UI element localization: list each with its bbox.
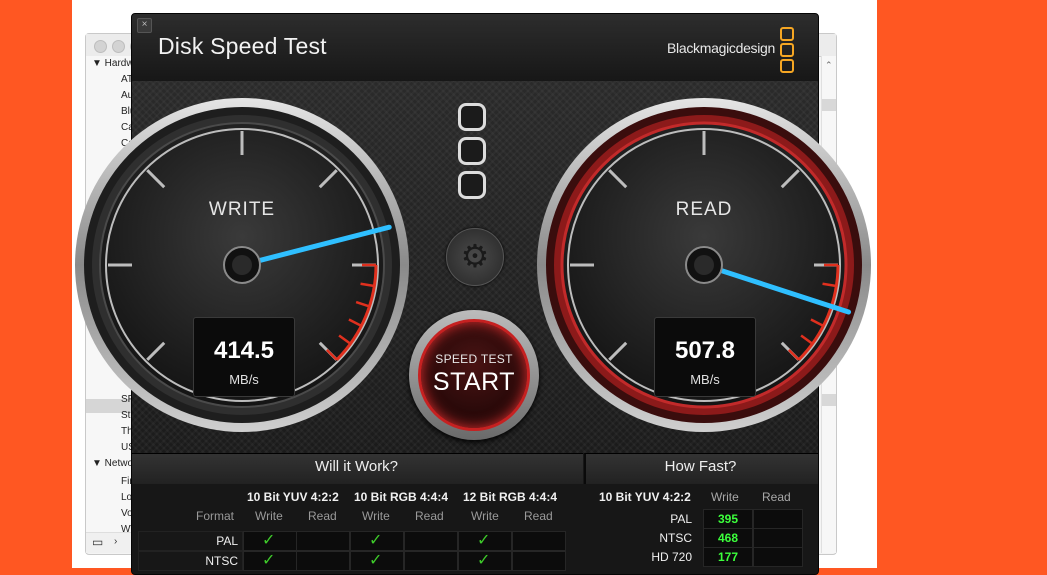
how-fast-write-value: 177 — [717, 550, 739, 564]
check-icon: ✓ — [477, 532, 491, 549]
how-fast-read-header: Read — [762, 490, 791, 504]
app-header: × Disk Speed Test Blackmagicdesign — [132, 14, 818, 82]
how-fast-write-header: Write — [711, 490, 739, 504]
write-label: WRITE — [208, 199, 276, 220]
scroll-up-icon[interactable]: ⌃ — [825, 60, 833, 71]
will-it-work-group-header: 10 Bit YUV 4:2:2 — [247, 490, 339, 504]
how-fast-read-cell — [753, 547, 803, 567]
how-fast-title: How Fast? — [664, 458, 737, 475]
start-button-caption: SPEED TEST — [435, 352, 513, 366]
how-fast-row-label: HD 720 — [651, 550, 692, 564]
write-readout: 414.5 MB/s — [193, 317, 295, 397]
blackmagic-logo-icon — [780, 27, 794, 75]
write-speed-unit: MB/s — [229, 372, 259, 387]
will-it-work-cell — [512, 551, 566, 571]
preset-square-icon[interactable] — [458, 137, 486, 165]
read-readout: 507.8 MB/s — [654, 317, 756, 397]
will-it-work-read-header: Read — [308, 509, 337, 523]
minimize-window-button[interactable] — [112, 40, 125, 53]
brand-name: Blackmagicdesign — [667, 40, 776, 56]
will-it-work-group-header: 12 Bit RGB 4:4:4 — [463, 490, 558, 504]
computer-icon: ▭ — [92, 535, 104, 549]
read-needle-hub-center — [694, 255, 714, 275]
how-fast-read-cell — [753, 509, 803, 529]
write-needle-hub-center — [232, 255, 252, 275]
will-it-work-read-header: Read — [524, 509, 553, 523]
will-it-work-row-cell — [138, 531, 243, 551]
how-fast-group-header: 10 Bit YUV 4:2:2 — [599, 490, 691, 504]
check-icon: ✓ — [477, 552, 491, 569]
write-speed-value: 414.5 — [213, 337, 275, 364]
will-it-work-group-header: 10 Bit RGB 4:4:4 — [354, 490, 449, 504]
will-it-work-cell — [404, 531, 458, 551]
settings-button[interactable]: ⚙ — [446, 228, 504, 286]
check-icon: ✓ — [262, 532, 276, 549]
check-icon: ✓ — [369, 532, 383, 549]
gear-icon: ⚙ — [460, 238, 490, 274]
close-button[interactable]: × — [137, 18, 152, 33]
will-it-work-cell — [296, 551, 350, 571]
read-speed-unit: MB/s — [690, 372, 720, 387]
app-title: Disk Speed Test — [158, 33, 327, 59]
start-button-label: START — [432, 368, 516, 396]
will-it-work-row-cell — [138, 551, 243, 571]
check-icon: ✓ — [262, 552, 276, 569]
check-icon: ✓ — [369, 552, 383, 569]
how-fast-write-value: 395 — [717, 512, 739, 526]
will-it-work-read-header: Read — [415, 509, 444, 523]
close-window-button[interactable] — [94, 40, 107, 53]
will-it-work-cell — [512, 531, 566, 551]
will-it-work-cell — [404, 551, 458, 571]
how-fast-row-label: PAL — [670, 512, 692, 526]
will-it-work-write-header: Write — [362, 509, 390, 523]
how-fast-write-value: 468 — [717, 531, 739, 545]
will-it-work-format-header: Format — [196, 509, 235, 523]
path-chevron-icon: › — [114, 536, 118, 547]
how-fast-row-label: NTSC — [659, 531, 692, 545]
read-label: READ — [675, 199, 733, 220]
how-fast-read-cell — [753, 528, 803, 548]
preset-square-icon[interactable] — [458, 171, 486, 199]
will-it-work-write-header: Write — [255, 509, 283, 523]
preset-square-icon[interactable] — [458, 103, 486, 131]
will-it-work-cell — [296, 531, 350, 551]
will-it-work-title: Will it Work? — [314, 458, 399, 475]
read-speed-value: 507.8 — [674, 337, 736, 364]
will-it-work-write-header: Write — [471, 509, 499, 523]
